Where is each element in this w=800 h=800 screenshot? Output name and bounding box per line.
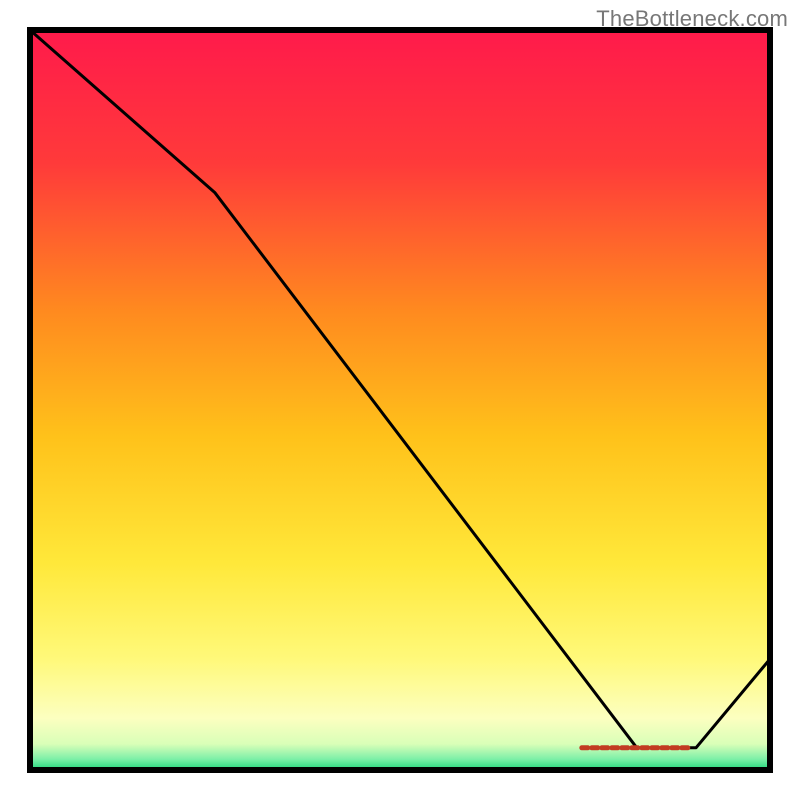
chart-container: TheBottleneck.com (0, 0, 800, 800)
watermark-text: TheBottleneck.com (596, 6, 788, 32)
chart-svg (0, 0, 800, 800)
chart-background (30, 30, 770, 770)
